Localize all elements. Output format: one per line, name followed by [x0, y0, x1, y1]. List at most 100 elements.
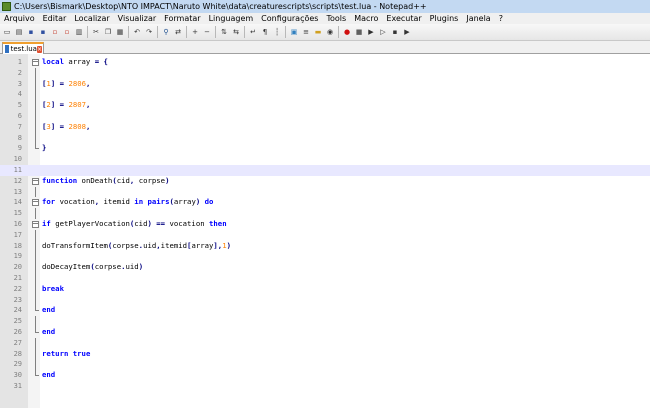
menu-item[interactable]: Plugins [426, 14, 463, 23]
code-line[interactable]: 29 [0, 359, 650, 370]
tab-close-icon[interactable]: × [36, 45, 42, 53]
code-line[interactable]: 11 [0, 165, 650, 176]
replace-icon[interactable]: ⇄ [173, 27, 183, 38]
line-number: 15 [13, 209, 22, 218]
code-line[interactable]: 31 [0, 381, 650, 392]
menu-item[interactable]: Editar [39, 14, 71, 23]
code-line[interactable]: 9} [0, 143, 650, 154]
show-all-chars-icon[interactable]: ¶ [260, 27, 270, 38]
menu-item[interactable]: Macro [350, 14, 382, 23]
code-line[interactable]: 10 [0, 154, 650, 165]
code-line[interactable]: 30 end [0, 370, 650, 381]
code-line[interactable]: 4 [0, 89, 650, 100]
code-token: corpse [94, 262, 122, 272]
code-line[interactable]: 21 [0, 273, 650, 284]
close-all-icon[interactable]: ▫ [62, 27, 72, 38]
save-all-icon[interactable]: ▪ [38, 27, 48, 38]
code-line[interactable]: 7 [3] = 2808, [0, 121, 650, 133]
code-line[interactable]: 27 [0, 337, 650, 349]
code-token: ], [213, 240, 223, 250]
menu-item[interactable]: Localizar [70, 14, 113, 23]
code-line[interactable]: 5 [2] = 2807, [0, 100, 650, 111]
code-text: if getPlayerVocation(cid) == vocation th… [42, 219, 227, 230]
record-icon[interactable]: ● [342, 27, 352, 38]
sync-h-icon[interactable]: ⇆ [231, 27, 241, 38]
code-line[interactable]: 6 [0, 111, 650, 122]
fold-line [31, 100, 39, 111]
code-token: if [42, 219, 51, 228]
code-line[interactable]: 15 [0, 208, 650, 219]
save-macro-icon[interactable]: ▪ [390, 27, 400, 38]
run-icon[interactable]: ▶ [402, 27, 412, 38]
line-number: 16 [13, 220, 22, 228]
code-line[interactable]: 17 [0, 229, 650, 241]
fold-toggle-icon[interactable] [31, 219, 39, 230]
code-line[interactable]: 26 end [0, 327, 650, 338]
fold-toggle-icon[interactable] [31, 57, 39, 68]
fold-toggle-icon[interactable] [31, 176, 39, 187]
menu-item[interactable]: Tools [322, 14, 350, 23]
menu-item[interactable]: Janela [462, 14, 494, 23]
fold-line [31, 370, 39, 381]
code-line[interactable]: 14 for vocation, itemid in pairs(array) d… [0, 197, 650, 208]
open-icon[interactable]: ▤ [14, 27, 24, 38]
folder-icon[interactable]: ▬ [313, 27, 323, 38]
save-icon[interactable]: ▪ [26, 27, 36, 38]
cut-icon[interactable]: ✂ [91, 27, 101, 38]
tab-test-lua[interactable]: test.lua × [2, 42, 44, 54]
code-line[interactable]: 3 [1] = 2806, [0, 78, 650, 90]
title-bar[interactable]: C:\Users\Bismark\Desktop\NTO IMPACT\Naru… [0, 0, 650, 13]
monitor-icon[interactable]: ◉ [325, 27, 335, 38]
code-line[interactable]: 12 function onDeath(cid, corpse) [0, 176, 650, 187]
code-line[interactable]: 13 [0, 186, 650, 198]
indent-guide-icon[interactable]: ┆ [272, 27, 282, 38]
code-line[interactable]: 20 doDecayItem(corpse.uid) [0, 262, 650, 273]
sync-v-icon[interactable]: ⇅ [219, 27, 229, 38]
run-multiple-icon[interactable]: ▷ [378, 27, 388, 38]
code-line[interactable]: 23 [0, 294, 650, 306]
close-icon[interactable]: ▫ [50, 27, 60, 38]
fold-line [31, 316, 39, 327]
menu-item[interactable]: Formatar [160, 14, 204, 23]
line-number: 13 [13, 187, 22, 196]
menu-item[interactable]: Visualizar [114, 14, 161, 23]
zoom-out-icon[interactable]: − [202, 27, 212, 38]
code-line[interactable]: 28 return true [0, 348, 650, 360]
menu-item[interactable]: Arquivo [0, 14, 39, 23]
undo-icon[interactable]: ↶ [132, 27, 142, 38]
fold-line [31, 262, 39, 273]
menu-item[interactable]: Linguagem [205, 14, 258, 23]
new-icon[interactable]: ▭ [2, 27, 12, 38]
code-line[interactable]: 1 local array = { [0, 57, 650, 68]
menu-item[interactable]: ? [495, 14, 507, 23]
menu-item[interactable]: Executar [382, 14, 425, 23]
code-line[interactable]: 19 [0, 251, 650, 262]
line-number: 25 [13, 317, 22, 326]
menu-item[interactable]: Configurações [257, 14, 322, 23]
code-line[interactable]: 22 break [0, 283, 650, 295]
function-list-icon[interactable]: ≡ [301, 27, 311, 38]
code-line[interactable]: 2 [0, 67, 650, 79]
find-icon[interactable]: ⚲ [161, 27, 171, 38]
copy-icon[interactable]: ❐ [103, 27, 113, 38]
word-wrap-icon[interactable]: ↵ [248, 27, 258, 38]
fold-toggle-icon[interactable] [31, 197, 39, 208]
code-line[interactable]: 18 doTransformItem(corpse.uid,itemid[arra… [0, 240, 650, 252]
code-token: doTransformItem [42, 240, 108, 250]
paste-icon[interactable]: ▦ [115, 27, 125, 38]
line-number: 27 [13, 338, 22, 347]
code-line[interactable]: 24 end [0, 305, 650, 316]
redo-icon[interactable]: ↷ [144, 27, 154, 38]
code-text: [2] = 2807, [42, 100, 90, 111]
code-line[interactable]: 8 [0, 132, 650, 144]
editor[interactable]: 1 local array = {2 3 [1] = 2806, 4 5 [2] = 280… [0, 54, 650, 408]
line-number: 29 [13, 360, 22, 369]
code-line[interactable]: 16 if getPlayerVocation(cid) == vocation … [0, 219, 650, 230]
print-icon[interactable]: ▥ [74, 27, 84, 38]
play-icon[interactable]: ▶ [366, 27, 376, 38]
code-line[interactable]: 25 [0, 316, 650, 327]
code-token: itemid [160, 240, 188, 250]
stop-icon[interactable]: ■ [354, 27, 364, 38]
document-map-icon[interactable]: ▣ [289, 27, 299, 38]
zoom-in-icon[interactable]: + [190, 27, 200, 38]
